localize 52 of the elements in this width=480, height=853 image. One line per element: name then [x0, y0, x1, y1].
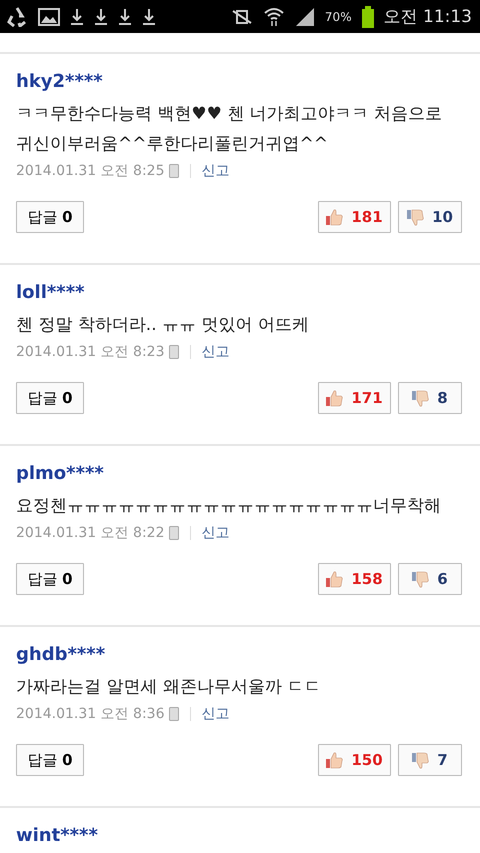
reply-button[interactable]: 답글 0 — [16, 563, 84, 595]
report-link[interactable]: 신고 — [202, 162, 230, 180]
phone-icon — [168, 164, 178, 178]
comment-text: ㅋㅋ무한수다능력 백현♥♥ 첸 너가최고야ㅋㅋ 처음으로 귀신이부러움^^루한다리풀린거귀엽^^ — [16, 103, 444, 156]
phone-icon — [168, 526, 178, 540]
download-icon — [142, 8, 156, 26]
dislike-button[interactable]: 10 — [398, 201, 462, 233]
comment-date: 2014.01.31 오전 8:25 — [16, 162, 164, 180]
comment-date: 2014.01.31 오전 8:36 — [16, 705, 164, 723]
thumbs-up-icon — [326, 390, 344, 406]
username: plmo**** — [16, 462, 105, 486]
comment-date: 2014.01.31 오전 8:23 — [16, 343, 164, 361]
thumbs-down-icon — [412, 570, 430, 588]
like-button[interactable]: 150 — [318, 744, 391, 776]
thumbs-up-icon — [326, 208, 344, 226]
report-link[interactable]: 신고 — [202, 705, 230, 723]
clock: 오전 11:13 — [384, 6, 472, 28]
dislike-button[interactable]: 6 — [398, 563, 462, 595]
thumbs-up-icon — [326, 752, 344, 768]
reply-button[interactable]: 답글 0 — [16, 382, 84, 414]
wifi-icon — [262, 6, 285, 26]
report-link[interactable]: 신고 — [202, 524, 230, 542]
comment-text: 첸 정말 착하더라.. ㅠㅠ 멋있어 어뜨케 — [16, 314, 310, 337]
reply-button[interactable]: 답글 0 — [16, 744, 84, 776]
thumbs-down-icon — [412, 390, 430, 406]
download-icon — [70, 8, 84, 26]
battery-icon — [362, 6, 374, 28]
report-link[interactable]: 신고 — [202, 343, 230, 361]
comment-text: 가짜라는걸 알면세 왜존나무서울까 ㄷㄷ — [16, 676, 322, 699]
phone-icon — [168, 345, 178, 359]
dislike-button[interactable]: 7 — [398, 744, 462, 776]
like-button[interactable]: 181 — [318, 201, 391, 233]
recycle-icon — [6, 6, 28, 26]
download-icon — [94, 8, 108, 26]
image-icon — [38, 8, 60, 26]
username: wint**** — [16, 824, 99, 848]
username: loll**** — [16, 281, 86, 305]
battery-percent: 70% — [324, 10, 352, 24]
reply-button[interactable]: 답글 0 — [16, 201, 84, 233]
download-icon — [118, 8, 132, 26]
comment-date: 2014.01.31 오전 8:22 — [16, 524, 164, 542]
username: hky2**** — [16, 70, 104, 94]
dislike-button[interactable]: 8 — [398, 382, 462, 414]
like-button[interactable]: 171 — [318, 382, 391, 414]
like-button[interactable]: 158 — [318, 563, 391, 595]
thumbs-down-icon — [407, 208, 424, 226]
thumbs-down-icon — [412, 752, 430, 768]
signal-icon — [294, 6, 315, 26]
phone-icon — [168, 707, 178, 721]
comment-text: 요정첸ㅠㅠㅠㅠㅠㅠㅠㅠㅠㅠㅠㅠㅠㅠㅠㅠㅠㅠ너무착해 — [16, 495, 442, 518]
username: ghdb**** — [16, 643, 106, 667]
thumbs-up-icon — [326, 570, 344, 588]
